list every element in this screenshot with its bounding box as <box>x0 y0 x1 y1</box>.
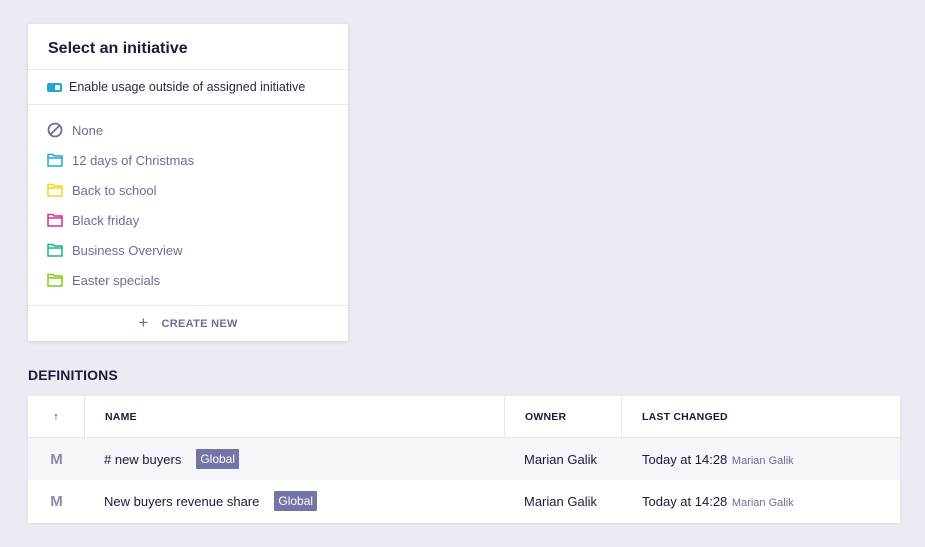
changed-time: Today at 14:28 <box>642 451 728 467</box>
sort-arrow-icon[interactable]: ↑ <box>28 396 85 437</box>
initiative-label: Easter specials <box>72 272 161 288</box>
changed-time: Today at 14:28 <box>642 493 728 509</box>
initiative-item-12-days-of-christmas[interactable]: 12 days of Christmas <box>28 145 348 175</box>
initiative-popup: Select an initiative Enable usage outsid… <box>28 24 348 341</box>
global-badge: Global <box>274 491 318 511</box>
toggle-switch[interactable] <box>47 82 62 92</box>
definition-name-cell: # new buyers Global <box>85 449 505 469</box>
table-row[interactable]: M New buyers revenue share Global Marian… <box>28 480 900 522</box>
folder-icon <box>47 272 63 288</box>
folder-icon <box>47 242 63 258</box>
initiative-label: 12 days of Christmas <box>72 152 195 168</box>
initiative-item-black-friday[interactable]: Black friday <box>28 205 348 235</box>
column-header-last-changed[interactable]: LAST CHANGED <box>622 396 900 437</box>
enable-usage-toggle-row[interactable]: Enable usage outside of assigned initiat… <box>28 70 348 105</box>
owner-cell: Marian Galik <box>524 451 597 467</box>
create-new-label: CREATE NEW <box>161 317 238 330</box>
column-header-name[interactable]: NAME <box>85 396 505 437</box>
initiative-label: Business Overview <box>72 242 183 258</box>
metric-icon: M <box>50 492 63 510</box>
folder-icon <box>47 212 63 228</box>
plus-icon: + <box>138 313 149 332</box>
table-row[interactable]: M # new buyers Global Marian Galik Today… <box>28 438 900 480</box>
global-badge: Global <box>196 449 240 469</box>
folder-icon <box>47 182 63 198</box>
initiative-item-business-overview[interactable]: Business Overview <box>28 235 348 265</box>
last-changed-cell: Today at 14:28 Marian Galik <box>622 494 900 509</box>
last-changed-cell: Today at 14:28 Marian Galik <box>622 452 900 467</box>
changed-by: Marian Galik <box>731 496 794 509</box>
initiative-item-easter-specials[interactable]: Easter specials <box>28 265 348 295</box>
definitions-heading: DEFINITIONS <box>28 367 118 383</box>
definitions-table: ↑ NAME OWNER LAST CHANGED M # new buyers… <box>28 396 900 523</box>
initiative-label: None <box>72 122 104 138</box>
initiative-item-back-to-school[interactable]: Back to school <box>28 175 348 205</box>
folder-icon <box>47 152 63 168</box>
create-new-button[interactable]: + CREATE NEW <box>28 305 348 341</box>
toggle-label: Enable usage outside of assigned initiat… <box>69 80 306 94</box>
initiative-item-none[interactable]: None <box>28 115 348 145</box>
definition-name[interactable]: # new buyers <box>104 452 181 467</box>
definition-name[interactable]: New buyers revenue share <box>104 494 259 509</box>
no-entry-icon <box>47 122 63 138</box>
metric-icon: M <box>50 450 63 468</box>
column-header-owner[interactable]: OWNER <box>505 396 622 437</box>
initiative-list: None 12 days of Christmas Back to school… <box>28 105 348 295</box>
changed-by: Marian Galik <box>731 454 794 467</box>
initiative-label: Black friday <box>72 212 140 228</box>
popup-title: Select an initiative <box>28 24 348 70</box>
initiative-label: Back to school <box>72 182 157 198</box>
definition-name-cell: New buyers revenue share Global <box>85 491 505 511</box>
owner-cell: Marian Galik <box>524 493 597 509</box>
table-header: ↑ NAME OWNER LAST CHANGED <box>28 396 900 438</box>
